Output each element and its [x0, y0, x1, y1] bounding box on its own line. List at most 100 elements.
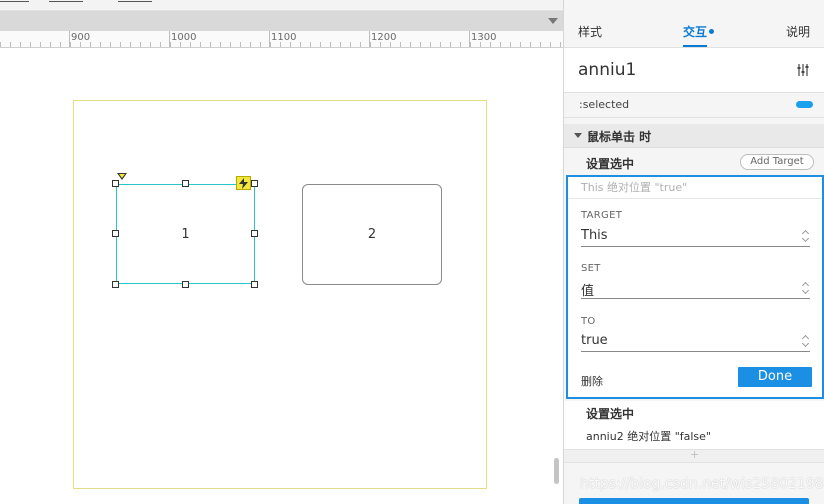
rotation-marker-icon[interactable]	[117, 173, 127, 180]
action-editor: This 绝对位置 "true" TARGET This SET 值 TO tr…	[566, 175, 824, 399]
new-interaction-button[interactable]	[579, 498, 809, 504]
ruler-tick	[510, 42, 511, 47]
ruler-label: 900	[71, 32, 91, 43]
add-target-button[interactable]: Add Target	[740, 154, 814, 170]
ruler-tick	[420, 42, 421, 47]
ruler-tick	[110, 42, 111, 47]
action-header: 设置选中 Add Target	[564, 149, 824, 175]
tab-notes[interactable]: 说明	[786, 23, 810, 40]
resize-handle[interactable]	[112, 281, 119, 288]
horizontal-ruler: 900 1000 1100 1200 1300	[0, 31, 563, 48]
action-title: 设置选中	[586, 407, 635, 421]
resize-handle[interactable]	[251, 180, 258, 187]
ruler-tick	[430, 42, 431, 47]
ruler-tick	[150, 42, 151, 47]
inspector-panel: 样式 交互 说明 anniu1 :selected 鼠标单击 时 设置选中 Ad…	[563, 0, 824, 504]
ruler-tick	[130, 42, 131, 47]
ruler-tick	[50, 42, 51, 47]
top-strip	[0, 0, 563, 11]
ruler-tick	[240, 42, 241, 47]
ruler-label: 1100	[271, 32, 297, 43]
strip-line	[49, 1, 83, 2]
target-select[interactable]: This	[581, 227, 810, 247]
ruler-tick	[160, 42, 161, 47]
canvas-scrollbar[interactable]	[554, 458, 559, 484]
ruler-tick	[350, 42, 351, 47]
page-tab-bar	[0, 11, 563, 31]
watermark-text: https://blog.csdn.net/wis2580219863	[580, 476, 824, 492]
state-indicator[interactable]	[796, 101, 813, 108]
ruler-tick	[260, 42, 261, 47]
state-label: :selected	[579, 98, 630, 111]
ruler-tick	[300, 42, 301, 47]
ruler-tick	[30, 42, 31, 47]
add-action-row[interactable]: +	[564, 448, 824, 463]
delete-button[interactable]: 删除	[581, 373, 603, 389]
ruler-tick	[100, 42, 101, 47]
action-title: 设置选中	[586, 157, 635, 171]
resize-handle[interactable]	[251, 230, 258, 237]
widget-1-label: 1	[181, 226, 190, 242]
ruler-tick	[530, 42, 531, 47]
ruler-tick	[340, 42, 341, 47]
ruler-label: 1300	[471, 32, 497, 43]
ruler-tick	[40, 42, 41, 47]
resize-handle[interactable]	[182, 180, 189, 187]
selected-state-row[interactable]: :selected	[564, 93, 824, 118]
event-header[interactable]: 鼠标单击 时	[564, 124, 824, 148]
ruler-tick	[560, 42, 561, 47]
set-select[interactable]: 值	[581, 279, 810, 299]
ruler-tick	[360, 42, 361, 47]
strip-line	[0, 1, 29, 2]
to-label: TO	[581, 316, 596, 327]
ruler-tick	[120, 42, 121, 47]
done-button[interactable]: Done	[738, 367, 812, 387]
ruler-tick	[520, 42, 521, 47]
tab-dropdown-icon[interactable]	[548, 18, 558, 24]
ruler-tick	[140, 42, 141, 47]
tab-active-dot	[709, 29, 714, 34]
resize-handle[interactable]	[112, 230, 119, 237]
updown-icon	[802, 280, 810, 296]
ruler-tick	[10, 42, 11, 47]
artboard[interactable]	[73, 100, 487, 489]
ruler-tick	[410, 42, 411, 47]
set-value: 值	[581, 284, 595, 299]
resize-handle[interactable]	[251, 281, 258, 288]
ruler-tick	[450, 42, 451, 47]
ruler-major-tick	[469, 31, 470, 47]
to-value: true	[581, 333, 608, 348]
tab-interactions[interactable]: 交互	[683, 23, 707, 40]
ruler-tick	[90, 42, 91, 47]
widget-name[interactable]: anniu1	[578, 60, 636, 80]
ruler-tick	[220, 42, 221, 47]
resize-handle[interactable]	[112, 180, 119, 187]
set-label: SET	[581, 263, 601, 274]
ruler-tick	[20, 42, 21, 47]
ruler-tick	[0, 42, 1, 47]
caret-down-icon[interactable]	[574, 133, 582, 138]
ruler-major-tick	[169, 31, 170, 47]
ruler-label: 1000	[171, 32, 197, 43]
ruler-tick	[230, 42, 231, 47]
button-widget-2[interactable]: 2	[302, 184, 442, 285]
ruler-major-tick	[269, 31, 270, 47]
target-value: This	[581, 228, 608, 243]
ruler-major-tick	[369, 31, 370, 47]
updown-icon	[802, 228, 810, 244]
ruler-tick	[60, 42, 61, 47]
resize-handle[interactable]	[182, 281, 189, 288]
plus-icon[interactable]: +	[690, 448, 699, 461]
tab-style[interactable]: 样式	[578, 23, 602, 40]
lightning-icon[interactable]	[236, 176, 251, 190]
divider	[568, 198, 822, 199]
ruler-label: 1200	[371, 32, 397, 43]
sliders-icon[interactable]	[796, 63, 810, 77]
ruler-tick	[200, 42, 201, 47]
to-select[interactable]: true	[581, 332, 810, 352]
ruler-major-tick	[69, 31, 70, 47]
action-item[interactable]: 设置选中 anniu2 绝对位置 "false"	[564, 401, 824, 449]
button-widget-1[interactable]: 1	[116, 184, 255, 284]
action-summary: anniu2 绝对位置 "false"	[586, 430, 711, 443]
design-canvas[interactable]: 900 1000 1100 1200 1300 1 2	[0, 0, 563, 504]
